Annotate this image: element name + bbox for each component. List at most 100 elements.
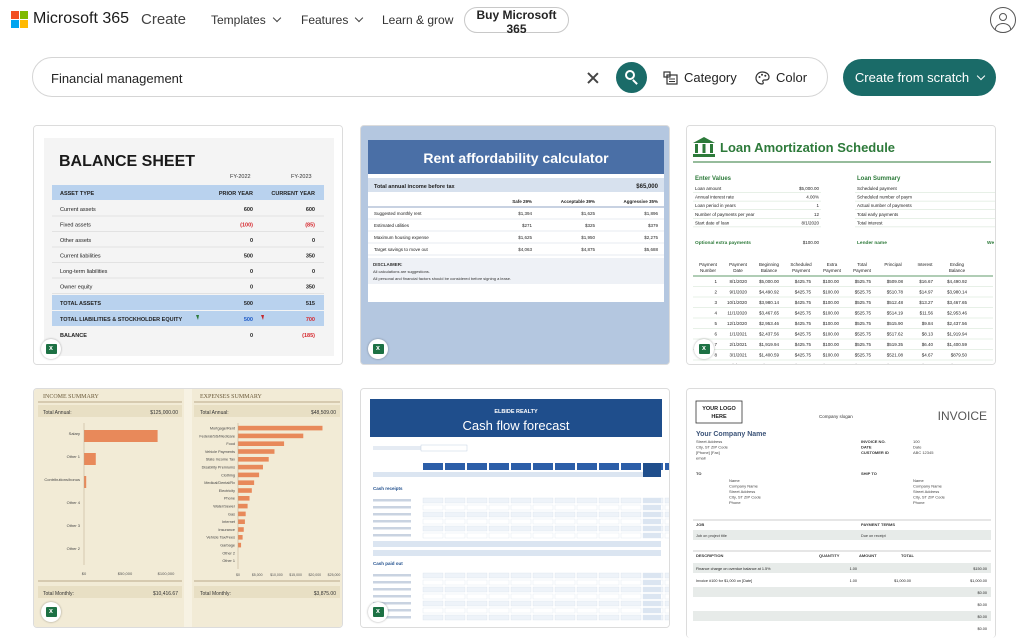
lender-value: We bbox=[987, 240, 994, 246]
loan-cell: 3/1/2021 bbox=[729, 353, 747, 358]
loan-cell: $879.50 bbox=[951, 353, 968, 358]
balance-row-current: 0 bbox=[312, 269, 315, 275]
loan-cell: $525.75 bbox=[855, 332, 872, 337]
template-card-balance-sheet[interactable]: BALANCE SHEET FY-2022 FY-2023 ASSET TYPE… bbox=[33, 125, 343, 365]
loan-cell: 12/1/2020 bbox=[727, 321, 748, 326]
template-card-loan-amortization[interactable]: Loan Amortization Schedule Enter Values … bbox=[686, 125, 996, 365]
balance-row-label: Current liabilities bbox=[60, 254, 101, 260]
expense-bar bbox=[238, 464, 263, 470]
loan-cell: $13.27 bbox=[919, 300, 933, 305]
loan-cell: $3,980.14 bbox=[947, 290, 968, 295]
col-acceptable: Acceptable 39% bbox=[561, 199, 595, 204]
loan-cell: $517.62 bbox=[887, 332, 904, 337]
rent-row-aggressive: $2,275 bbox=[644, 235, 658, 240]
cash-flow-title: Cash flow forecast bbox=[463, 418, 570, 433]
microsoft-logo-icon[interactable] bbox=[11, 11, 28, 28]
invoice-line-desc: Finance charge on overdue balance at 1.5… bbox=[696, 567, 771, 571]
expense-total-annual: $48,509.00 bbox=[311, 410, 336, 416]
invoice-meta-value: Date bbox=[913, 445, 922, 450]
rent-row-acceptable: $325 bbox=[585, 223, 596, 228]
income-bar-label: Other 1 bbox=[67, 454, 81, 459]
expense-bar-label: Mortgage/Rent bbox=[210, 427, 236, 431]
loan-summary-label: Total interest bbox=[857, 220, 883, 225]
income-value: $65,000 bbox=[636, 184, 658, 190]
category-filter[interactable]: Category bbox=[663, 70, 737, 85]
invoice-line-total: $150.00 bbox=[973, 567, 987, 571]
loan-cell: $425.75 bbox=[795, 353, 812, 358]
template-card-invoice[interactable]: YOUR LOGO HERE Company slogan INVOICE Yo… bbox=[686, 388, 996, 638]
loan-cell: $1,400.59 bbox=[947, 342, 968, 347]
expense-bar bbox=[238, 488, 252, 493]
brand-name[interactable]: Microsoft 365 bbox=[33, 10, 129, 28]
template-card-income-expense-summary[interactable]: INCOME SUMMARY EXPENSES SUMMARY Total An… bbox=[33, 388, 343, 628]
invoice-ship-line: Phone bbox=[913, 500, 925, 505]
lender-name: Lender name bbox=[857, 240, 887, 246]
balance-row-current: 350 bbox=[306, 285, 315, 291]
loan-input-label: Loan amount bbox=[695, 186, 722, 191]
loan-thumbnail: Loan Amortization Schedule Enter Values … bbox=[687, 126, 995, 364]
buy-microsoft-365-button[interactable]: Buy Microsoft 365 bbox=[464, 7, 569, 36]
loan-cell: 10/1/2020 bbox=[727, 300, 748, 305]
invoice-ship-line: Company Name bbox=[913, 484, 943, 489]
color-filter[interactable]: Color bbox=[755, 70, 807, 85]
cash-flow-company: ELBIDE REALTY bbox=[494, 409, 538, 415]
rent-thumbnail: Rent affordability calculator Total annu… bbox=[361, 126, 669, 364]
income-bar-label: Other 2 bbox=[67, 546, 81, 551]
nav-features[interactable]: Features bbox=[301, 13, 364, 27]
total-liab-prior: 500 bbox=[244, 317, 253, 323]
balance-row-current: 350 bbox=[306, 254, 315, 260]
invoice-address-line: City, ST ZIP Code bbox=[696, 445, 729, 450]
loan-header: Ending bbox=[950, 262, 965, 267]
rent-row-safe: $1,394 bbox=[518, 211, 532, 216]
create-from-scratch-button[interactable]: Create from scratch bbox=[843, 59, 996, 96]
balance-row-current: 0 bbox=[312, 238, 315, 244]
loan-cell: $510.78 bbox=[887, 290, 904, 295]
loan-cell: $100.00 bbox=[823, 311, 840, 316]
loan-input-label: Loan period in years bbox=[695, 203, 737, 208]
nav-learn-grow[interactable]: Learn & grow bbox=[382, 13, 453, 27]
balance-row-prior: 500 bbox=[244, 254, 253, 260]
loan-header: Payment bbox=[729, 262, 748, 267]
income-bar-label: Other 4 bbox=[67, 500, 81, 505]
template-card-cash-flow-forecast[interactable]: ELBIDE REALTY Cash flow forecast Cash re… bbox=[360, 388, 670, 628]
clear-icon[interactable] bbox=[585, 70, 601, 86]
loan-input-value: $5,000.00 bbox=[799, 186, 820, 191]
total-liab-current: 700 bbox=[306, 317, 315, 323]
search-button[interactable] bbox=[616, 62, 647, 93]
loan-cell: 2/1/2021 bbox=[729, 342, 747, 347]
loan-cell: $100.00 bbox=[823, 332, 840, 337]
balance-title: BALANCE SHEET bbox=[59, 153, 195, 170]
loan-cell: $425.75 bbox=[795, 300, 812, 305]
loan-cell: $5,000.00 bbox=[759, 279, 780, 284]
rent-title: Rent affordability calculator bbox=[423, 150, 609, 166]
invoice-address-line: [Phone] [Fax] bbox=[696, 450, 720, 455]
rent-row-label: Target savings to move out bbox=[374, 247, 429, 252]
expense-bar bbox=[238, 425, 323, 431]
invoice-to-line: Company Name bbox=[729, 484, 759, 489]
nav-create[interactable]: Create bbox=[141, 11, 186, 28]
expense-bar-label: Medical/Dental/Rx bbox=[204, 481, 235, 485]
expense-bar-label: State Income Tax bbox=[206, 458, 235, 462]
template-card-rent-affordability[interactable]: Rent affordability calculator Total annu… bbox=[360, 125, 670, 365]
excel-icon: x bbox=[368, 339, 388, 359]
chevron-down-icon bbox=[976, 71, 986, 80]
expense-bar bbox=[238, 527, 244, 532]
invoice-job-value: Job on project title bbox=[696, 534, 727, 538]
nav-templates[interactable]: Templates bbox=[211, 13, 281, 27]
loan-cell: $11.56 bbox=[920, 311, 934, 316]
loan-cell: 4/1/2021 bbox=[729, 363, 747, 364]
loan-cell: $2,437.56 bbox=[759, 332, 780, 337]
income-bar-label: Contributions/bonus bbox=[44, 477, 80, 482]
loan-cell: $8.13 bbox=[922, 332, 934, 337]
income-tick: $50,000 bbox=[118, 571, 133, 576]
loan-cell: $525.75 bbox=[855, 290, 872, 295]
loan-cell: $525.75 bbox=[855, 342, 872, 347]
optional-value: $100.00 bbox=[803, 240, 820, 245]
account-avatar-icon[interactable] bbox=[990, 7, 1016, 33]
invoice-job: JOB bbox=[696, 522, 704, 527]
loan-cell: $356.69 bbox=[951, 363, 968, 364]
loan-header: Payment bbox=[792, 268, 811, 273]
loan-cell: $425.75 bbox=[795, 342, 812, 347]
income-bar bbox=[84, 476, 87, 488]
search-input[interactable] bbox=[51, 68, 571, 88]
